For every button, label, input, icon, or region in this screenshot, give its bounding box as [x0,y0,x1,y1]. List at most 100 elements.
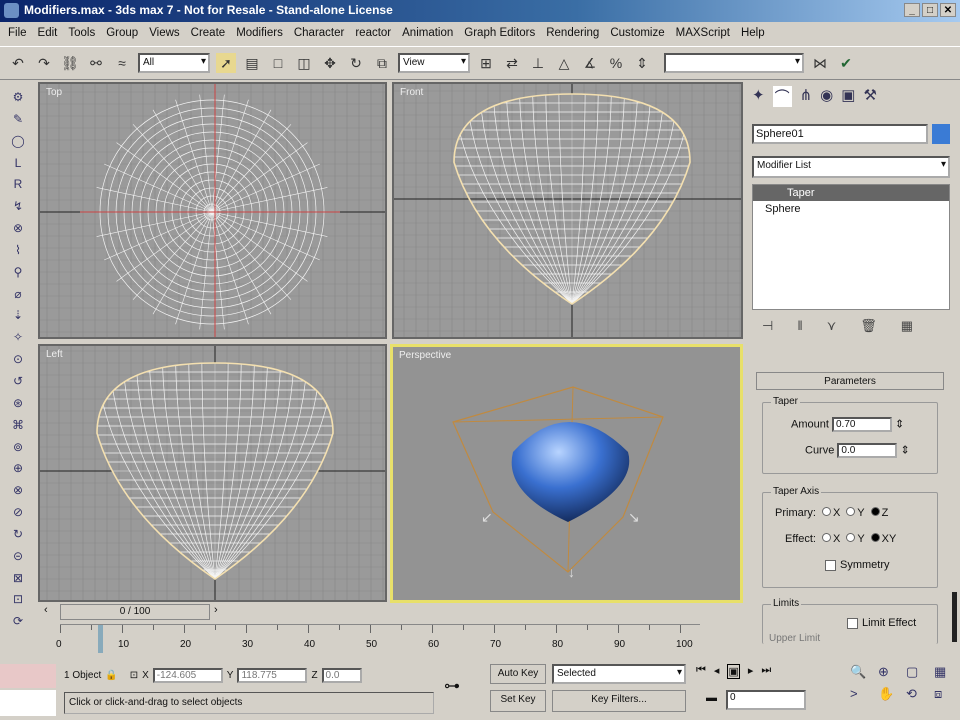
zoom-extents-all-icon[interactable]: ▦ [934,664,956,680]
create-tab-icon[interactable]: ✦ [752,86,765,107]
rectangle-selection-icon[interactable]: □ [268,53,288,73]
reactor-tool-icon[interactable]: ⊗ [10,221,26,237]
amount-spinner[interactable]: 0.70 [831,417,892,432]
pivot-icon[interactable]: ⊞ [476,53,496,73]
select-by-name-icon[interactable]: ▤ [242,53,262,73]
next-key-icon[interactable]: ▸ [748,664,754,679]
motion-tab-icon[interactable]: ◉ [820,86,833,107]
play-icon[interactable]: ▣ [727,664,740,679]
reactor-tool-icon[interactable]: ⌀ [10,287,26,303]
curve-spinner[interactable]: 0.0 [837,443,898,458]
named-selection-dropdown[interactable] [664,53,804,73]
go-to-start-icon[interactable]: ⏮ [696,664,706,679]
time-cursor[interactable] [98,625,103,653]
align-icon[interactable]: ⊥ [528,53,548,73]
set-key-icon[interactable]: ⊶ [444,676,460,696]
check-icon[interactable]: ✔ [836,53,856,73]
reactor-tool-icon[interactable]: ⇣ [10,308,26,324]
reactor-tool-icon[interactable]: ⊕ [10,461,26,477]
bind-space-warp-icon[interactable]: ≈ [112,53,132,73]
previous-key-icon[interactable]: ◂ [714,664,720,679]
command-panel-scrollbar[interactable] [952,592,957,642]
reactor-tool-icon[interactable]: ⊠ [10,571,26,587]
viewport-front[interactable]: Front [392,82,743,339]
select-object-icon[interactable]: ➚ [216,53,236,73]
y-coordinate-field[interactable]: 118.775 [237,667,308,683]
reactor-tool-icon[interactable]: ⟳ [10,614,26,630]
menu-character[interactable]: Character [294,27,345,41]
reactor-tool-icon[interactable]: ✎ [10,112,26,128]
reactor-tool-icon[interactable]: R [10,177,26,193]
primary-radio-x[interactable]: X [820,507,840,519]
key-mode-toggle-icon[interactable]: ▬ [706,692,717,704]
link-icon[interactable]: ⛓ [60,53,80,73]
reactor-tool-icon[interactable]: ◯ [10,134,26,150]
reactor-tool-icon[interactable]: ⊚ [10,440,26,456]
x-coordinate-field[interactable]: -124.605 [152,667,223,683]
effect-radio-xy[interactable]: XY [869,533,896,545]
effect-radio-y[interactable]: Y [844,533,865,545]
scale-icon[interactable]: ⧉ [372,53,392,73]
display-tab-icon[interactable]: ▣ [841,86,855,107]
menu-maxscript[interactable]: MAXScript [676,27,730,41]
show-end-result-icon[interactable]: ‖ [797,318,802,334]
rotate-icon[interactable]: ↻ [346,53,366,73]
selection-filter-dropdown[interactable]: All [138,53,210,73]
stack-item-taper[interactable]: Taper [753,185,949,201]
reactor-tool-icon[interactable]: L [10,156,26,172]
z-coordinate-field[interactable]: 0.0 [321,667,362,683]
reactor-tool-icon[interactable]: ✧ [10,330,26,346]
zoom-all-icon[interactable]: ⊕ [878,664,900,680]
field-of-view-icon[interactable]: > [850,686,872,702]
menu-animation[interactable]: Animation [402,27,453,41]
parameters-rollout-header[interactable]: Parameters [756,372,944,390]
maxscript-listener-mini[interactable] [0,664,56,688]
move-icon[interactable]: ✥ [320,53,340,73]
current-frame-field[interactable]: 0 [726,690,806,710]
unlink-icon[interactable]: ⚯ [86,53,106,73]
reactor-tool-icon[interactable]: ⊡ [10,592,26,608]
remove-modifier-icon[interactable]: 🗑 [860,318,877,334]
symmetry-checkbox[interactable]: Symmetry [825,559,890,571]
object-color-swatch[interactable] [932,124,950,144]
angle-snap-icon[interactable]: ∡ [580,53,600,73]
menu-reactor[interactable]: reactor [355,27,391,41]
zoom-icon[interactable]: 🔍 [850,664,872,680]
arc-rotate-icon[interactable]: ⟲ [906,686,928,702]
menu-modifiers[interactable]: Modifiers [236,27,283,41]
viewport-top[interactable]: Top [38,82,387,339]
menu-customize[interactable]: Customize [610,27,664,41]
modifier-list-dropdown[interactable]: Modifier List [752,156,950,178]
reactor-tool-icon[interactable]: ↯ [10,199,26,215]
menu-graph-editors[interactable]: Graph Editors [464,27,535,41]
make-unique-icon[interactable]: ⋎ [827,318,837,334]
time-slider[interactable]: 0 / 100 [60,604,210,620]
menu-tools[interactable]: Tools [68,27,95,41]
reactor-tool-icon[interactable]: ↺ [10,374,26,390]
undo-icon[interactable]: ↶ [8,53,28,73]
object-name-field[interactable]: Sphere01 [752,124,928,144]
menu-edit[interactable]: Edit [38,27,58,41]
viewport-left[interactable]: Left [38,344,387,602]
track-bar[interactable]: 0 10 20 30 40 50 60 70 80 90 100 [56,624,700,656]
effect-radio-x[interactable]: X [820,533,840,545]
auto-key-button[interactable]: Auto Key [490,664,546,684]
reactor-tool-icon[interactable]: ⊛ [10,396,26,412]
redo-icon[interactable]: ↷ [34,53,54,73]
percent-snap-icon[interactable]: % [606,53,626,73]
reactor-tool-icon[interactable]: ⊗ [10,483,26,499]
reactor-tool-icon[interactable]: ⚲ [10,265,26,281]
minimize-button[interactable]: _ [904,3,920,17]
go-to-end-icon[interactable]: ⏭ [761,664,771,679]
pin-stack-icon[interactable]: ⊣ [762,318,773,334]
hierarchy-tab-icon[interactable]: ⋔ [800,86,813,107]
key-filters-button[interactable]: Key Filters... [552,690,686,712]
menu-help[interactable]: Help [741,27,765,41]
close-button[interactable]: ✕ [940,3,956,17]
mirror-tool-icon[interactable]: ⋈ [810,53,830,73]
maximize-viewport-icon[interactable]: ⧈ [934,686,956,702]
lock-icon[interactable]: 🔒 [105,670,117,681]
stack-item-sphere[interactable]: Sphere [753,201,949,217]
menu-file[interactable]: File [8,27,27,41]
primary-radio-y[interactable]: Y [844,507,865,519]
